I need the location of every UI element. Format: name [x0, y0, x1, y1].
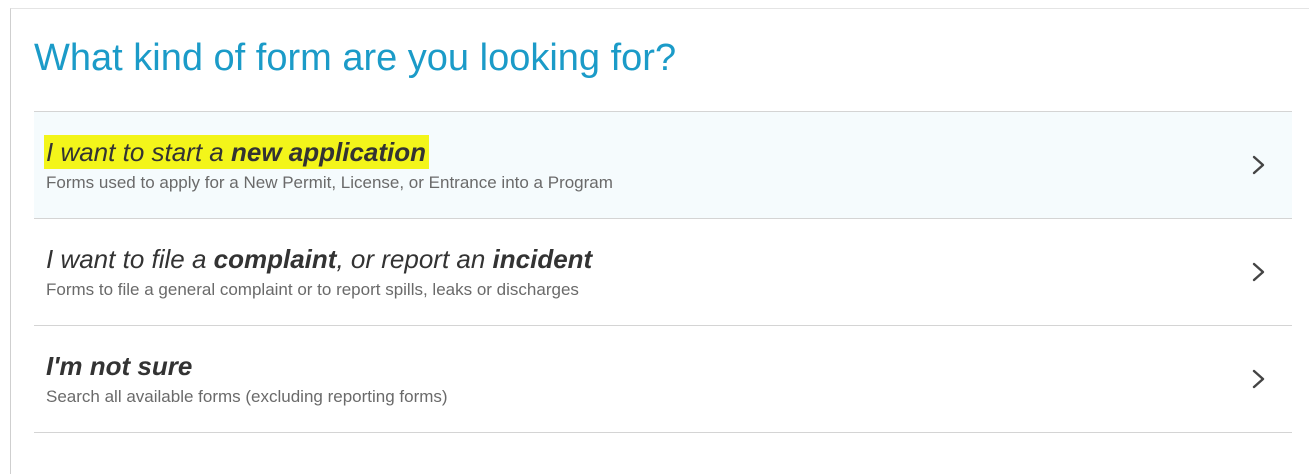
- chevron-right-icon[interactable]: [1250, 261, 1268, 283]
- option-title: I want to start a new application: [44, 135, 430, 169]
- form-selector-panel: What kind of form are you looking for? I…: [10, 8, 1309, 474]
- chevron-right-icon[interactable]: [1250, 368, 1268, 390]
- option-description: Forms to file a general complaint or to …: [46, 280, 579, 299]
- option-description: Forms used to apply for a New Permit, Li…: [46, 173, 613, 192]
- option-description: Search all available forms (excluding re…: [46, 387, 448, 406]
- highlight: I want to start a new application: [44, 135, 430, 169]
- page-title: What kind of form are you looking for?: [34, 37, 677, 79]
- option-title: I'm not sure: [46, 351, 193, 381]
- option-list: I want to start a new application Forms …: [34, 111, 1292, 433]
- chevron-right-icon[interactable]: [1250, 154, 1268, 176]
- option-title: I want to file a complaint, or report an…: [46, 244, 593, 274]
- option-complaint-incident[interactable]: I want to file a complaint, or report an…: [34, 219, 1292, 326]
- option-not-sure[interactable]: I'm not sure Search all available forms …: [34, 326, 1292, 433]
- option-new-application[interactable]: I want to start a new application Forms …: [34, 112, 1292, 219]
